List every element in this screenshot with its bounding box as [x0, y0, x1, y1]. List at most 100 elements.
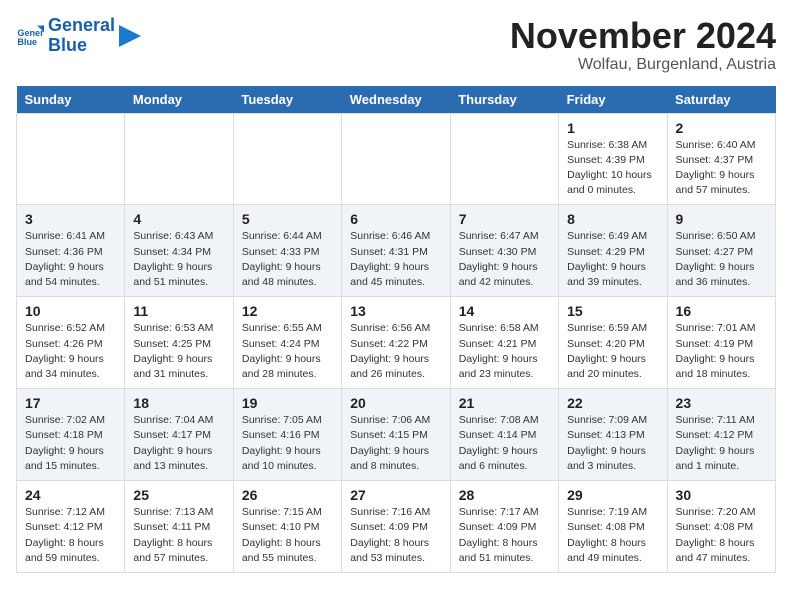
day-info: Sunrise: 6:58 AM Sunset: 4:21 PM Dayligh…	[459, 321, 550, 382]
day-info: Sunrise: 7:08 AM Sunset: 4:14 PM Dayligh…	[459, 413, 550, 474]
calendar-cell: 11 Sunrise: 6:53 AM Sunset: 4:25 PM Dayli…	[125, 297, 233, 389]
day-number: 7	[459, 211, 550, 227]
logo-line1: General	[48, 16, 115, 36]
day-number: 5	[242, 211, 333, 227]
day-number: 14	[459, 303, 550, 319]
day-info: Sunrise: 6:53 AM Sunset: 4:25 PM Dayligh…	[133, 321, 224, 382]
day-number: 19	[242, 395, 333, 411]
header-thursday: Thursday	[450, 86, 558, 114]
calendar-cell	[450, 113, 558, 205]
day-info: Sunrise: 7:04 AM Sunset: 4:17 PM Dayligh…	[133, 413, 224, 474]
calendar-cell	[233, 113, 341, 205]
calendar-cell: 20 Sunrise: 7:06 AM Sunset: 4:15 PM Dayli…	[342, 389, 450, 481]
day-info: Sunrise: 7:16 AM Sunset: 4:09 PM Dayligh…	[350, 505, 441, 566]
calendar-cell: 8 Sunrise: 6:49 AM Sunset: 4:29 PM Daylig…	[559, 205, 667, 297]
day-info: Sunrise: 7:09 AM Sunset: 4:13 PM Dayligh…	[567, 413, 658, 474]
day-number: 9	[676, 211, 767, 227]
day-number: 3	[25, 211, 116, 227]
calendar-cell: 7Sunrise: 6:47 AM Sunset: 4:30 PM Daylig…	[450, 205, 558, 297]
day-info: Sunrise: 7:15 AM Sunset: 4:10 PM Dayligh…	[242, 505, 333, 566]
calendar-cell: 17Sunrise: 7:02 AM Sunset: 4:18 PM Dayli…	[17, 389, 125, 481]
day-number: 13	[350, 303, 441, 319]
calendar-cell: 18 Sunrise: 7:04 AM Sunset: 4:17 PM Dayli…	[125, 389, 233, 481]
day-info: Sunrise: 6:56 AM Sunset: 4:22 PM Dayligh…	[350, 321, 441, 382]
calendar-cell	[17, 113, 125, 205]
day-info: Sunrise: 6:50 AM Sunset: 4:27 PM Dayligh…	[676, 229, 767, 290]
calendar-header: Sunday Monday Tuesday Wednesday Thursday…	[17, 86, 776, 114]
main-title: November 2024	[510, 16, 776, 56]
day-number: 15	[567, 303, 658, 319]
day-number: 1	[567, 120, 658, 136]
day-info: Sunrise: 7:20 AM Sunset: 4:08 PM Dayligh…	[676, 505, 767, 566]
calendar-body: 1Sunrise: 6:38 AM Sunset: 4:39 PM Daylig…	[17, 113, 776, 572]
day-info: Sunrise: 6:41 AM Sunset: 4:36 PM Dayligh…	[25, 229, 116, 290]
day-info: Sunrise: 6:55 AM Sunset: 4:24 PM Dayligh…	[242, 321, 333, 382]
day-number: 11	[133, 303, 224, 319]
day-number: 6	[350, 211, 441, 227]
day-number: 20	[350, 395, 441, 411]
day-info: Sunrise: 7:19 AM Sunset: 4:08 PM Dayligh…	[567, 505, 658, 566]
calendar-cell	[125, 113, 233, 205]
day-info: Sunrise: 7:13 AM Sunset: 4:11 PM Dayligh…	[133, 505, 224, 566]
day-info: Sunrise: 7:17 AM Sunset: 4:09 PM Dayligh…	[459, 505, 550, 566]
calendar-cell: 30 Sunrise: 7:20 AM Sunset: 4:08 PM Dayli…	[667, 481, 775, 573]
calendar-cell: 25 Sunrise: 7:13 AM Sunset: 4:11 PM Dayli…	[125, 481, 233, 573]
subtitle: Wolfau, Burgenland, Austria	[510, 56, 776, 74]
day-info: Sunrise: 7:06 AM Sunset: 4:15 PM Dayligh…	[350, 413, 441, 474]
day-number: 12	[242, 303, 333, 319]
calendar-table: Sunday Monday Tuesday Wednesday Thursday…	[16, 86, 776, 573]
day-number: 2	[676, 120, 767, 136]
day-number: 22	[567, 395, 658, 411]
calendar-cell: 13 Sunrise: 6:56 AM Sunset: 4:22 PM Dayli…	[342, 297, 450, 389]
calendar-week-5: 24Sunrise: 7:12 AM Sunset: 4:12 PM Dayli…	[17, 481, 776, 573]
calendar-cell: 28Sunrise: 7:17 AM Sunset: 4:09 PM Dayli…	[450, 481, 558, 573]
logo: General Blue General Blue	[16, 16, 141, 56]
calendar-cell: 1Sunrise: 6:38 AM Sunset: 4:39 PM Daylig…	[559, 113, 667, 205]
day-number: 24	[25, 487, 116, 503]
calendar-cell: 22 Sunrise: 7:09 AM Sunset: 4:13 PM Dayli…	[559, 389, 667, 481]
day-info: Sunrise: 7:05 AM Sunset: 4:16 PM Dayligh…	[242, 413, 333, 474]
calendar-cell	[342, 113, 450, 205]
calendar-cell: 4Sunrise: 6:43 AM Sunset: 4:34 PM Daylig…	[125, 205, 233, 297]
header-monday: Monday	[125, 86, 233, 114]
calendar-week-3: 10 Sunrise: 6:52 AM Sunset: 4:26 PM Dayli…	[17, 297, 776, 389]
calendar-cell: 27 Sunrise: 7:16 AM Sunset: 4:09 PM Dayli…	[342, 481, 450, 573]
day-number: 23	[676, 395, 767, 411]
day-number: 18	[133, 395, 224, 411]
logo-line2: Blue	[48, 36, 115, 56]
page-header: General Blue General Blue November 2024 …	[16, 16, 776, 74]
header-saturday: Saturday	[667, 86, 775, 114]
calendar-cell: 9 Sunrise: 6:50 AM Sunset: 4:27 PM Daylig…	[667, 205, 775, 297]
calendar-cell: 12 Sunrise: 6:55 AM Sunset: 4:24 PM Dayli…	[233, 297, 341, 389]
day-number: 30	[676, 487, 767, 503]
calendar-cell: 19 Sunrise: 7:05 AM Sunset: 4:16 PM Dayli…	[233, 389, 341, 481]
day-info: Sunrise: 6:40 AM Sunset: 4:37 PM Dayligh…	[676, 138, 767, 199]
svg-text:Blue: Blue	[17, 37, 37, 47]
header-sunday: Sunday	[17, 86, 125, 114]
logo-arrow-icon	[119, 25, 141, 47]
calendar-cell: 3 Sunrise: 6:41 AM Sunset: 4:36 PM Daylig…	[17, 205, 125, 297]
calendar-cell: 10 Sunrise: 6:52 AM Sunset: 4:26 PM Dayli…	[17, 297, 125, 389]
header-row: Sunday Monday Tuesday Wednesday Thursday…	[17, 86, 776, 114]
header-wednesday: Wednesday	[342, 86, 450, 114]
calendar-week-4: 17Sunrise: 7:02 AM Sunset: 4:18 PM Dayli…	[17, 389, 776, 481]
header-friday: Friday	[559, 86, 667, 114]
day-number: 10	[25, 303, 116, 319]
day-number: 25	[133, 487, 224, 503]
calendar-cell: 29 Sunrise: 7:19 AM Sunset: 4:08 PM Dayli…	[559, 481, 667, 573]
day-info: Sunrise: 6:52 AM Sunset: 4:26 PM Dayligh…	[25, 321, 116, 382]
logo-icon: General Blue	[16, 22, 44, 50]
day-number: 8	[567, 211, 658, 227]
day-number: 26	[242, 487, 333, 503]
calendar-cell: 24Sunrise: 7:12 AM Sunset: 4:12 PM Dayli…	[17, 481, 125, 573]
day-info: Sunrise: 6:49 AM Sunset: 4:29 PM Dayligh…	[567, 229, 658, 290]
day-number: 4	[133, 211, 224, 227]
day-number: 29	[567, 487, 658, 503]
calendar-cell: 26 Sunrise: 7:15 AM Sunset: 4:10 PM Dayli…	[233, 481, 341, 573]
day-info: Sunrise: 7:11 AM Sunset: 4:12 PM Dayligh…	[676, 413, 767, 474]
calendar-cell: 23 Sunrise: 7:11 AM Sunset: 4:12 PM Dayli…	[667, 389, 775, 481]
day-number: 27	[350, 487, 441, 503]
calendar-cell: 14 Sunrise: 6:58 AM Sunset: 4:21 PM Dayli…	[450, 297, 558, 389]
calendar-cell: 2 Sunrise: 6:40 AM Sunset: 4:37 PM Daylig…	[667, 113, 775, 205]
day-info: Sunrise: 6:59 AM Sunset: 4:20 PM Dayligh…	[567, 321, 658, 382]
